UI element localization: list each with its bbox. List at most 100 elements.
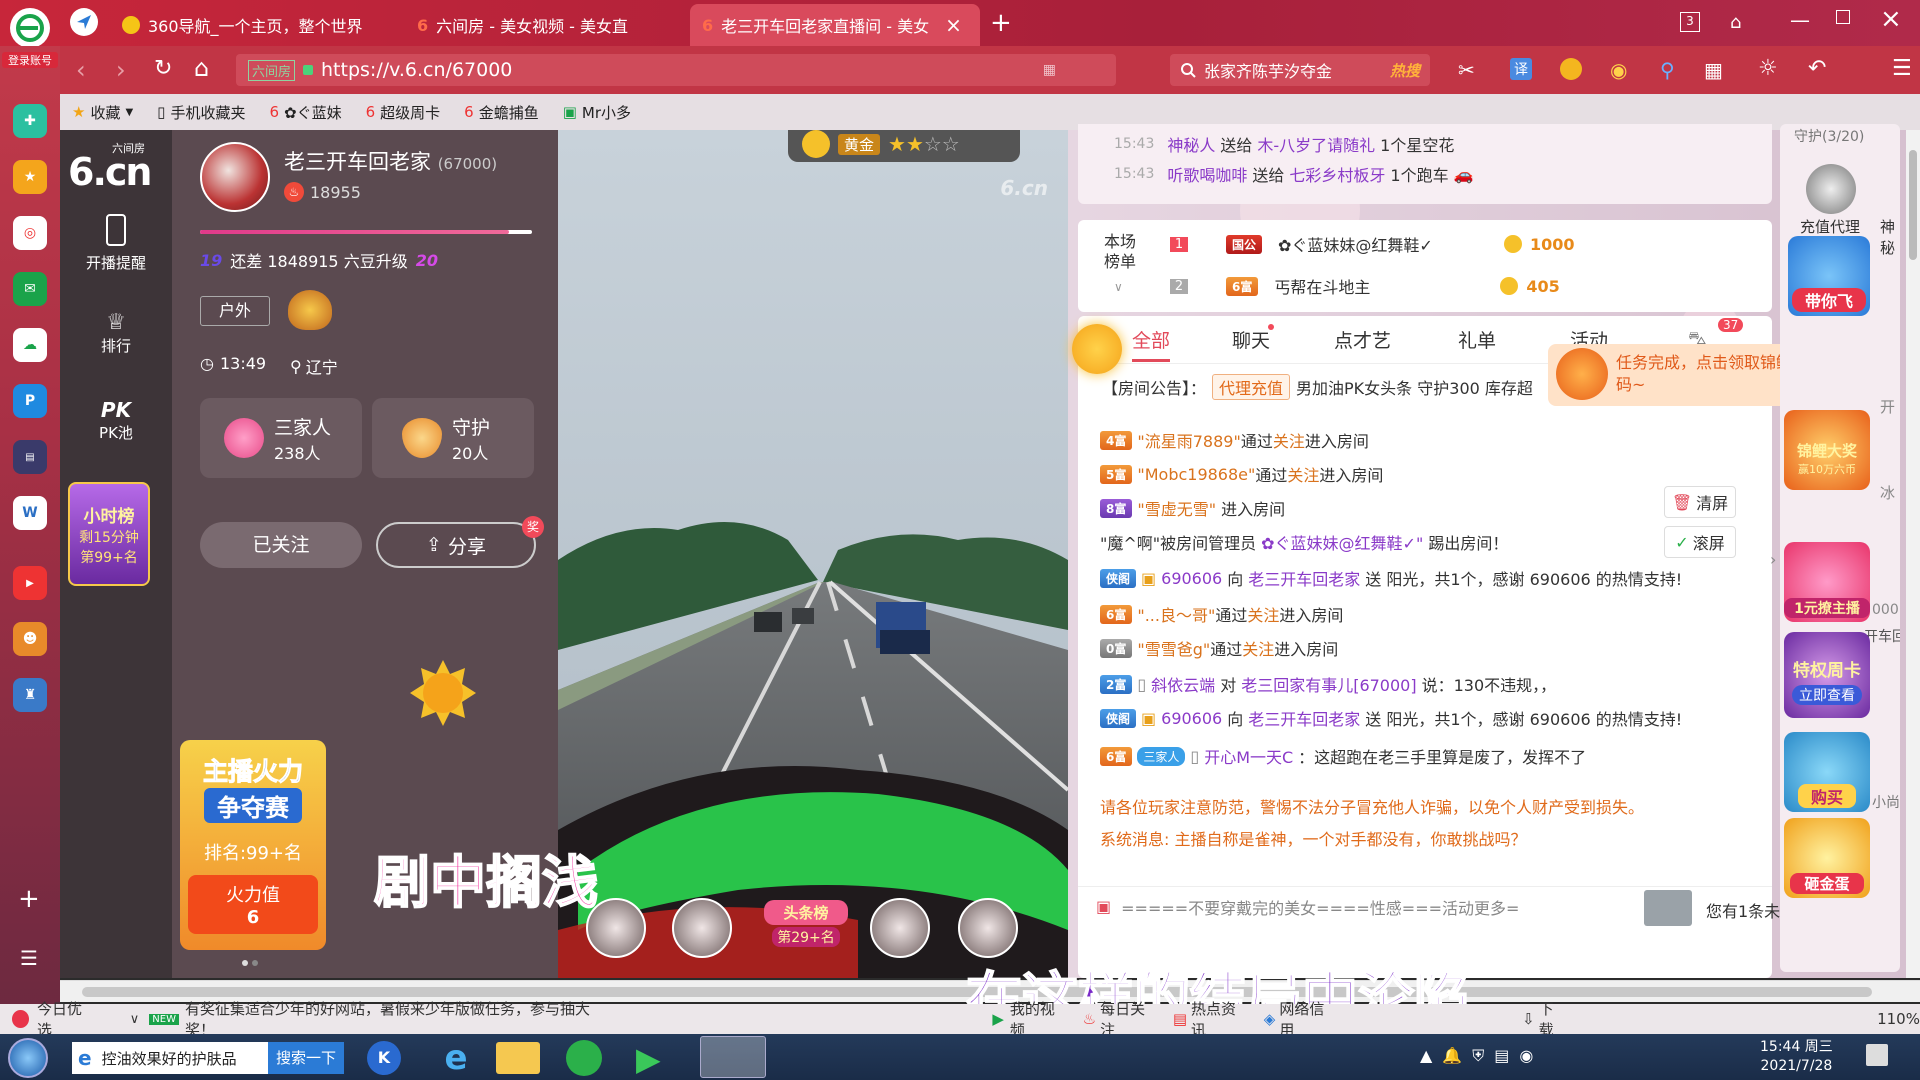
tray-icons[interactable]: ▲🔔⛨▤◉: [1420, 1046, 1543, 1066]
viewer-avatar[interactable]: [958, 898, 1018, 958]
forward-icon[interactable]: ›: [116, 56, 126, 84]
chat-link[interactable]: 关注: [1287, 462, 1319, 486]
chat-user[interactable]: "Mobc19868e": [1137, 465, 1255, 484]
clear-screen-button[interactable]: 🗑 清屏: [1664, 486, 1736, 518]
message-thumb[interactable]: [1644, 890, 1692, 926]
viewer-avatar[interactable]: [672, 898, 732, 958]
new-tab-button[interactable]: +: [990, 8, 1012, 38]
vip-card-promo[interactable]: 特权周卡 立即查看: [1784, 632, 1870, 718]
collapse-arrow-icon[interactable]: ›: [1770, 550, 1776, 569]
fans-card[interactable]: 三家人 238人: [200, 398, 362, 478]
bookmark-mobile[interactable]: ▯ 手机收藏夹: [145, 102, 257, 123]
buy-promo[interactable]: 购买: [1784, 732, 1870, 812]
game-icon[interactable]: ◉: [1610, 58, 1627, 82]
page-scrollbar[interactable]: [1906, 130, 1920, 978]
chat-link[interactable]: 关注: [1273, 428, 1305, 452]
tab-back-icon[interactable]: [70, 8, 98, 36]
guard-avatar[interactable]: [1806, 164, 1856, 214]
translate-icon[interactable]: 译: [1510, 58, 1532, 80]
gold-level-badge[interactable]: 黄金 ★★☆☆: [788, 130, 1020, 162]
sidebar-game-icon[interactable]: ☻: [13, 622, 47, 656]
skin-icon[interactable]: ⌂: [1730, 12, 1741, 33]
minimize-icon[interactable]: —: [1790, 8, 1810, 32]
hourly-rank-badge[interactable]: 小时榜 剩15分钟 第99+名: [68, 482, 150, 586]
sidebar-favorites-icon[interactable]: ★: [13, 160, 47, 194]
tab-gift-list[interactable]: 礼单: [1458, 326, 1496, 353]
medal-icon[interactable]: [288, 290, 332, 330]
page-scrollbar-thumb[interactable]: [1909, 150, 1917, 260]
bookmark-mrxiaoduo[interactable]: ▣ Mr小多: [551, 102, 643, 123]
bookmark-lanmei[interactable]: 6 ✿ぐ蓝妹: [257, 102, 353, 123]
chat-link[interactable]: 老三开车回老家: [1248, 706, 1360, 730]
gift-user[interactable]: 听歌喝咖啡: [1167, 162, 1247, 186]
browser-logo-icon[interactable]: [10, 8, 50, 48]
undo-icon[interactable]: ↶: [1808, 56, 1826, 81]
sidebar-p-icon[interactable]: P: [13, 384, 47, 418]
live-video[interactable]: 6.cn 黄金 ★★☆☆ 头条榜 第29+名: [558, 130, 1068, 978]
sidebar-cloud-icon[interactable]: ☁: [13, 328, 47, 362]
tab-count-badge[interactable]: 3: [1680, 12, 1700, 32]
sidebar-game2-icon[interactable]: ♜: [13, 678, 47, 712]
chat-user[interactable]: 开心M一天C: [1204, 744, 1293, 768]
close-tab-icon[interactable]: ×: [945, 13, 962, 37]
notice-tag[interactable]: 代理充值: [1212, 374, 1291, 400]
sidebar-news-icon[interactable]: ▤: [13, 440, 47, 474]
scissors-icon[interactable]: ✂: [1458, 58, 1475, 82]
chat-user[interactable]: "流星雨7889": [1137, 428, 1240, 452]
search-box[interactable]: 张家齐陈芋汐夺金 热搜: [1170, 54, 1430, 86]
followed-button[interactable]: 已关注: [200, 522, 362, 568]
taskbar-app-k[interactable]: K: [352, 1038, 416, 1078]
bookmark-weekcard[interactable]: 6 超级周卡: [354, 102, 453, 123]
nav-pk-pool[interactable]: PK PK池: [60, 398, 172, 443]
chat-user[interactable]: 690606: [1161, 709, 1222, 728]
chat-link[interactable]: 老三开车回老家: [1248, 566, 1360, 590]
gift-target[interactable]: 七彩乡村板牙: [1289, 162, 1385, 186]
tab-6cn-home[interactable]: 6 六间房 - 美女视频 - 美女直: [405, 4, 695, 46]
sun-float-icon[interactable]: [1072, 324, 1122, 374]
chat-link[interactable]: ✿ぐ蓝妹妹@红舞鞋✓": [1261, 530, 1423, 554]
chevron-down-icon[interactable]: ∨: [130, 1012, 140, 1027]
rank-board-title[interactable]: 本场榜单: [1104, 232, 1140, 272]
taskbar-player-icon[interactable]: ▶: [636, 1040, 676, 1078]
address-bar[interactable]: 六间房 https://v.6.cn/67000 ▦: [236, 54, 1116, 86]
tab-all[interactable]: 全部: [1132, 326, 1171, 362]
guard-card[interactable]: 守护 20人: [372, 398, 534, 478]
viewer-avatar[interactable]: [870, 898, 930, 958]
one-yuan-promo[interactable]: 1元撩主播: [1784, 542, 1870, 622]
emoji-icon[interactable]: ▣: [1096, 897, 1111, 916]
pager-dots[interactable]: [242, 960, 258, 966]
koi-promo[interactable]: 锦鲤大奖 赢10万六币: [1784, 410, 1870, 490]
restore-icon[interactable]: [1836, 10, 1850, 24]
taskbar-search[interactable]: e 控油效果好的护肤品 搜索一下: [72, 1042, 344, 1074]
sidebar-mail-icon[interactable]: ✉: [13, 272, 47, 306]
apps-icon[interactable]: ▦: [1704, 58, 1723, 82]
category-tag[interactable]: 户外: [200, 296, 270, 326]
rank-row[interactable]: 2 6富 丐帮在斗地主 405: [1170, 274, 1560, 298]
bookmark-fishing[interactable]: 6 金蟾捕鱼: [452, 102, 551, 123]
nav-live-reminder[interactable]: 开播提醒: [60, 214, 172, 273]
chat-link[interactable]: 关注: [1247, 602, 1279, 626]
headline-rank-badge[interactable]: 头条榜 第29+名: [756, 892, 856, 968]
chat-user[interactable]: "雪雪爸g": [1137, 636, 1210, 660]
bookmark-favorites[interactable]: ★ 收藏 ▼: [60, 102, 145, 123]
egg-promo[interactable]: 砸金蛋: [1784, 818, 1870, 898]
tray-clock[interactable]: 15:44 周三 2021/7/28: [1760, 1038, 1833, 1076]
hot-search-label[interactable]: 热搜: [1390, 60, 1420, 81]
close-window-icon[interactable]: ×: [1880, 4, 1902, 34]
login-badge[interactable]: 登录账号: [2, 52, 58, 68]
taskbar-active-app[interactable]: [700, 1036, 766, 1078]
vip-button[interactable]: 立即查看: [1792, 685, 1862, 705]
back-icon[interactable]: ‹: [76, 56, 86, 84]
taskbar-folder-icon[interactable]: [496, 1042, 540, 1074]
fire-contest-card[interactable]: 主播火力 争夺赛 排名:99+名 火力值 6: [180, 740, 326, 950]
sidebar-plus-app-icon[interactable]: ✚: [13, 104, 47, 138]
chevron-down-icon[interactable]: ∨: [1114, 280, 1123, 294]
scroll-screen-button[interactable]: ✓ 滚屏: [1664, 526, 1736, 558]
taskbar-search-button[interactable]: 搜索一下: [267, 1042, 344, 1074]
tab-live-room[interactable]: 6 老三开车回老家直播间 - 美女 ×: [690, 4, 980, 46]
notification-icon[interactable]: [1866, 1044, 1888, 1066]
gift-user[interactable]: 神秘人: [1167, 132, 1215, 156]
sidebar-red-app-icon[interactable]: ▶: [13, 566, 47, 600]
tab-360-nav[interactable]: 360导航_一个主页，整个世界: [110, 4, 400, 46]
sidebar-doc-icon[interactable]: W: [13, 496, 47, 530]
